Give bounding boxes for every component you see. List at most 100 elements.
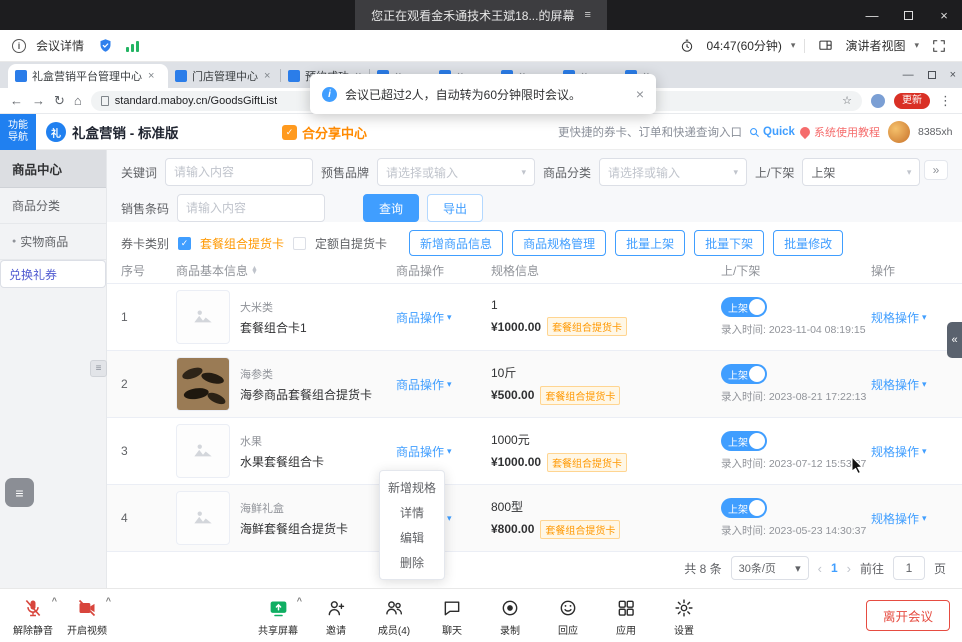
view-caret-icon[interactable]: ▾ [914, 40, 919, 51]
sidebar-section-product-center[interactable]: 商品中心 [0, 150, 106, 188]
record-button[interactable]: 录制 [483, 595, 537, 637]
barcode-input[interactable] [177, 194, 325, 222]
apps-button[interactable]: 应用 [599, 595, 653, 637]
browser-menu-icon[interactable]: ⋮ [939, 94, 952, 107]
share-options-caret-icon[interactable]: ^ [297, 596, 302, 606]
security-shield-icon[interactable] [94, 35, 116, 57]
spec-op-link[interactable]: 规格操作▾ [871, 376, 952, 393]
browser-close-icon[interactable]: × [950, 69, 956, 81]
batch-edit-button[interactable]: 批量修改 [773, 230, 843, 256]
share-center-link[interactable]: ✓ 合分享中心 [282, 114, 367, 150]
category-select[interactable]: 请选择或输入 ▾ [599, 158, 747, 186]
spec-op-link[interactable]: 规格操作▾ [871, 309, 952, 326]
user-avatar[interactable] [888, 121, 910, 143]
product-op-link[interactable]: 商品操作▾ [396, 376, 491, 393]
browser-update-button[interactable]: 更新 [894, 93, 930, 109]
floating-list-button[interactable]: ≡ [5, 478, 34, 507]
menu-item-add-spec[interactable]: 新增规格 [380, 475, 444, 500]
notification-close-icon[interactable]: × [636, 86, 644, 102]
checkbox-fixed-card[interactable] [293, 237, 306, 250]
tab-close-icon[interactable]: × [148, 70, 154, 82]
sidebar-item-gift-coupons[interactable]: 兑换礼券 [0, 260, 106, 288]
shelf-value: 上架 [811, 164, 835, 181]
shelf-toggle[interactable]: 上架 [721, 297, 767, 317]
maximize-button[interactable] [890, 0, 926, 30]
shelf-toggle[interactable]: 上架 [721, 431, 767, 451]
username[interactable]: 8385xh [918, 126, 954, 139]
settings-button[interactable]: 设置 [657, 595, 711, 637]
browser-profile-avatar[interactable] [871, 94, 885, 108]
unmute-button[interactable]: 解除静音 ^ [6, 595, 60, 637]
forward-icon[interactable]: → [32, 94, 45, 107]
chat-button[interactable]: 聊天 [425, 595, 479, 637]
close-button[interactable]: × [926, 0, 962, 30]
members-button[interactable]: 成员(4) [367, 595, 421, 637]
checkbox-combo-card[interactable]: ✓ [178, 237, 191, 250]
menu-item-edit[interactable]: 编辑 [380, 525, 444, 550]
sidebar-item-physical-goods[interactable]: ● 实物商品 [0, 224, 106, 260]
view-mode-label[interactable]: 演讲者视图 [845, 37, 905, 54]
browser-maximize-icon[interactable] [928, 71, 936, 79]
entry-time: 录入时间: 2023-11-04 08:19:15 [721, 322, 871, 337]
search-button[interactable]: 查询 [363, 194, 419, 222]
shelf-select[interactable]: 上架 ▾ [802, 158, 920, 186]
shelf-toggle[interactable]: 上架 [721, 364, 767, 384]
browser-tab-2[interactable]: 门店管理中心 × [168, 64, 280, 88]
product-op-link[interactable]: 商品操作▾ [396, 443, 491, 460]
meeting-details-label[interactable]: 会议详情 [36, 37, 84, 54]
fullscreen-icon[interactable] [928, 35, 950, 57]
chevron-down-icon: ▾ [795, 562, 801, 575]
batch-onshelf-button[interactable]: 批量上架 [615, 230, 685, 256]
function-nav-button[interactable]: 功能 导航 [0, 114, 36, 150]
tab-close-icon[interactable]: × [264, 70, 270, 82]
spec-op-link[interactable]: 规格操作▾ [871, 510, 952, 527]
checkbox-fixed-label[interactable]: 定额自提货卡 [315, 235, 387, 252]
export-button[interactable]: 导出 [427, 194, 483, 222]
minimize-button[interactable]: — [854, 0, 890, 30]
next-page-icon[interactable]: › [847, 561, 851, 576]
shared-browser-window: 礼盒营销平台管理中心 × 门店管理中心 × 预约成功 × × × × × × — [0, 62, 962, 588]
back-icon[interactable]: ← [10, 94, 23, 107]
menu-item-delete[interactable]: 删除 [380, 550, 444, 575]
meeting-info-icon[interactable]: i [12, 39, 26, 53]
page-size-select[interactable]: 30条/页 ▾ [731, 556, 809, 580]
tutorial-link[interactable]: 系统使用教程 [800, 124, 880, 140]
spec-manage-button[interactable]: 商品规格管理 [512, 230, 606, 256]
brand-select[interactable]: 请选择或输入 ▾ [377, 158, 535, 186]
sort-icon[interactable]: ▲▼ [251, 267, 258, 275]
prev-page-icon[interactable]: ‹ [818, 561, 822, 576]
sidebar-handle-icon[interactable]: ≡ [90, 360, 107, 377]
timer-caret-icon[interactable]: ▾ [791, 40, 796, 51]
goto-label: 前往 [860, 560, 884, 577]
bookmark-star-icon[interactable]: ☆ [842, 94, 852, 107]
keyword-input[interactable] [165, 158, 313, 186]
browser-minimize-icon[interactable]: — [903, 69, 914, 81]
collapse-right-button[interactable]: » [924, 160, 948, 180]
menu-item-details[interactable]: 详情 [380, 500, 444, 525]
collapse-panel-tab[interactable]: « [947, 322, 962, 358]
sidebar-item-categories[interactable]: 商品分类 [0, 188, 106, 224]
share-center-icon: ✓ [282, 125, 297, 140]
batch-offshelf-button[interactable]: 批量下架 [694, 230, 764, 256]
goto-page-input[interactable] [893, 556, 925, 580]
video-options-caret-icon[interactable]: ^ [106, 596, 111, 606]
mic-options-caret-icon[interactable]: ^ [52, 596, 57, 606]
browser-tab-1[interactable]: 礼盒营销平台管理中心 × [8, 64, 168, 88]
invite-button[interactable]: 邀请 [309, 595, 363, 637]
share-screen-button[interactable]: 共享屏幕 ^ [251, 595, 305, 637]
current-page[interactable]: 1 [831, 561, 838, 575]
reactions-button[interactable]: 回应 [541, 595, 595, 637]
checkbox-combo-label[interactable]: 套餐组合提货卡 [200, 235, 284, 252]
page-info-icon[interactable] [101, 96, 109, 106]
home-icon[interactable]: ⌂ [74, 94, 82, 107]
refresh-icon[interactable]: ↻ [54, 94, 65, 107]
product-op-link[interactable]: 商品操作▾ [396, 309, 491, 326]
quick-link[interactable]: Quick [749, 126, 795, 138]
start-video-button[interactable]: 开启视频 ^ [60, 595, 114, 637]
spec-op-link[interactable]: 规格操作▾ [871, 443, 952, 460]
entry-time: 录入时间: 2023-07-12 15:53:27 [721, 456, 871, 471]
leave-meeting-button[interactable]: 离开会议 [866, 600, 950, 631]
shelf-toggle[interactable]: 上架 [721, 498, 767, 518]
banner-menu-icon[interactable]: ≡ [584, 9, 590, 21]
add-product-button[interactable]: 新增商品信息 [409, 230, 503, 256]
